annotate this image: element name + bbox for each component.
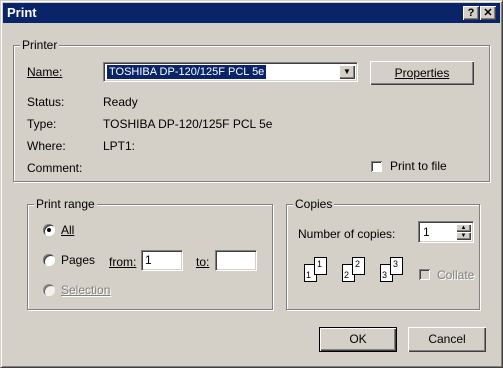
name-label: Name: (27, 65, 63, 79)
print-range-legend: Print range (34, 197, 97, 211)
printer-name-value: TOSHIBA DP-120/125F PCL 5e (107, 65, 267, 79)
where-value: LPT1: (103, 139, 136, 153)
copies-legend: Copies (293, 197, 335, 211)
number-of-copies-label: Number of copies: (298, 227, 396, 241)
from-label: from: (109, 255, 137, 269)
selection-radio (43, 284, 55, 296)
ok-button[interactable]: OK (319, 327, 397, 352)
to-label: to: (196, 255, 210, 269)
type-value: TOSHIBA DP-120/125F PCL 5e (103, 117, 273, 131)
from-input[interactable]: 1 (141, 250, 183, 271)
title-bar[interactable]: Print ? ✕ (3, 3, 500, 23)
copies-value[interactable]: 1 (423, 225, 430, 239)
printer-legend: Printer (20, 38, 60, 52)
selection-label: Selection (61, 283, 111, 297)
help-icon[interactable]: ? (463, 6, 479, 20)
status-label: Status: (27, 95, 65, 109)
type-label: Type: (27, 117, 57, 131)
comment-label: Comment: (27, 161, 83, 175)
print-to-file-label[interactable]: Print to file (390, 159, 447, 173)
to-input[interactable] (215, 250, 257, 271)
window-title: Print (7, 5, 37, 20)
chevron-down-icon[interactable]: ▼ (339, 65, 355, 79)
print-to-file-checkbox[interactable] (371, 161, 382, 172)
pages-label[interactable]: Pages (61, 253, 95, 267)
all-radio[interactable] (43, 224, 55, 236)
collate-page: 2 (352, 257, 365, 275)
cancel-button[interactable]: Cancel (408, 327, 486, 352)
close-icon[interactable]: ✕ (480, 6, 496, 20)
printer-name-select[interactable]: TOSHIBA DP-120/125F PCL 5e ▼ (103, 62, 358, 82)
arrow-down-icon[interactable]: ▼ (456, 232, 471, 240)
arrow-up-icon[interactable]: ▲ (456, 224, 471, 232)
copies-spinner[interactable]: 1 ▲ ▼ (418, 221, 474, 243)
collate-page: 1 (314, 257, 327, 275)
collate-checkbox (419, 269, 430, 280)
status-value: Ready (103, 95, 138, 109)
pages-radio[interactable] (43, 254, 55, 266)
properties-button[interactable]: Properties (370, 61, 474, 85)
where-label: Where: (27, 139, 66, 153)
collate-label: Collate (437, 268, 475, 282)
collate-page: 3 (390, 257, 403, 275)
all-label[interactable]: All (61, 223, 74, 237)
print-dialog: Print ? ✕ Printer Name: TOSHIBA DP-120/1… (0, 0, 503, 368)
